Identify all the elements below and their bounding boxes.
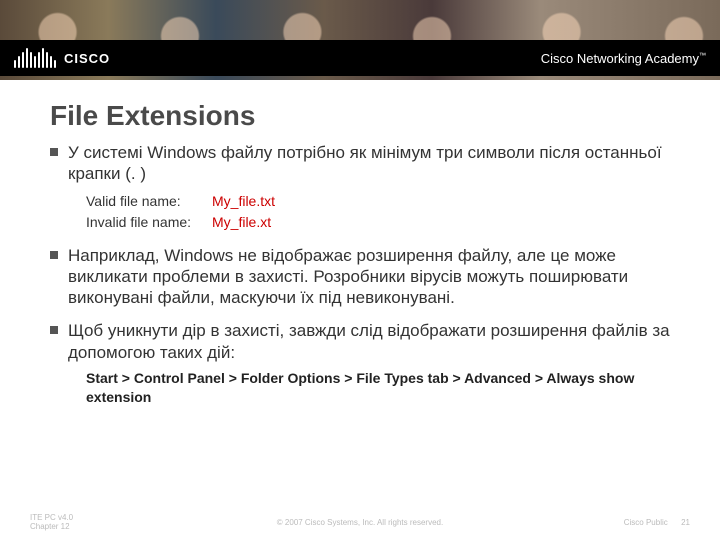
bullet-1: У системі Windows файлу потрібно як міні…: [50, 142, 680, 233]
bullet-1-examples: Valid file name: My_file.txt Invalid fil…: [86, 191, 680, 233]
footer-left: ITE PC v4.0 Chapter 12: [30, 513, 73, 532]
trademark-icon: ™: [699, 52, 706, 59]
valid-value: My_file.txt: [212, 191, 275, 212]
footer-label: Cisco Public: [624, 518, 668, 527]
bullet-list: У системі Windows файлу потрібно як міні…: [50, 142, 680, 407]
slide-content: File Extensions У системі Windows файлу …: [0, 80, 720, 407]
cisco-bridge-icon: [14, 48, 56, 68]
invalid-value: My_file.xt: [212, 212, 271, 233]
academy-text: Cisco Networking Academy: [541, 51, 699, 66]
footer-chapter: Chapter 12: [30, 522, 73, 532]
academy-label: Cisco Networking Academy™: [541, 51, 706, 66]
slide-title: File Extensions: [50, 100, 680, 132]
bullet-2: Наприклад, Windows не відображає розшире…: [50, 245, 680, 309]
bullet-3-path: Start > Control Panel > Folder Options >…: [86, 369, 680, 407]
cisco-logo-text: CISCO: [64, 51, 110, 66]
bullet-3-text: Щоб уникнути дір в захисті, завжди слід …: [68, 321, 670, 361]
footer-copyright: © 2007 Cisco Systems, Inc. All rights re…: [277, 518, 443, 527]
invalid-label: Invalid file name:: [86, 212, 204, 233]
header-blackbar: CISCO Cisco Networking Academy™: [0, 40, 720, 76]
cisco-logo: CISCO: [14, 48, 110, 68]
bullet-1-text: У системі Windows файлу потрібно як міні…: [68, 143, 662, 183]
footer-course: ITE PC v4.0: [30, 513, 73, 523]
bullet-2-text: Наприклад, Windows не відображає розшире…: [68, 246, 628, 308]
footer-page: 21: [681, 518, 690, 527]
banner-photo-strip: CISCO Cisco Networking Academy™: [0, 0, 720, 80]
slide-footer: ITE PC v4.0 Chapter 12 © 2007 Cisco Syst…: [0, 513, 720, 532]
bullet-3: Щоб уникнути дір в захисті, завжди слід …: [50, 320, 680, 406]
valid-label: Valid file name:: [86, 191, 204, 212]
footer-right: Cisco Public 21: [624, 518, 690, 527]
